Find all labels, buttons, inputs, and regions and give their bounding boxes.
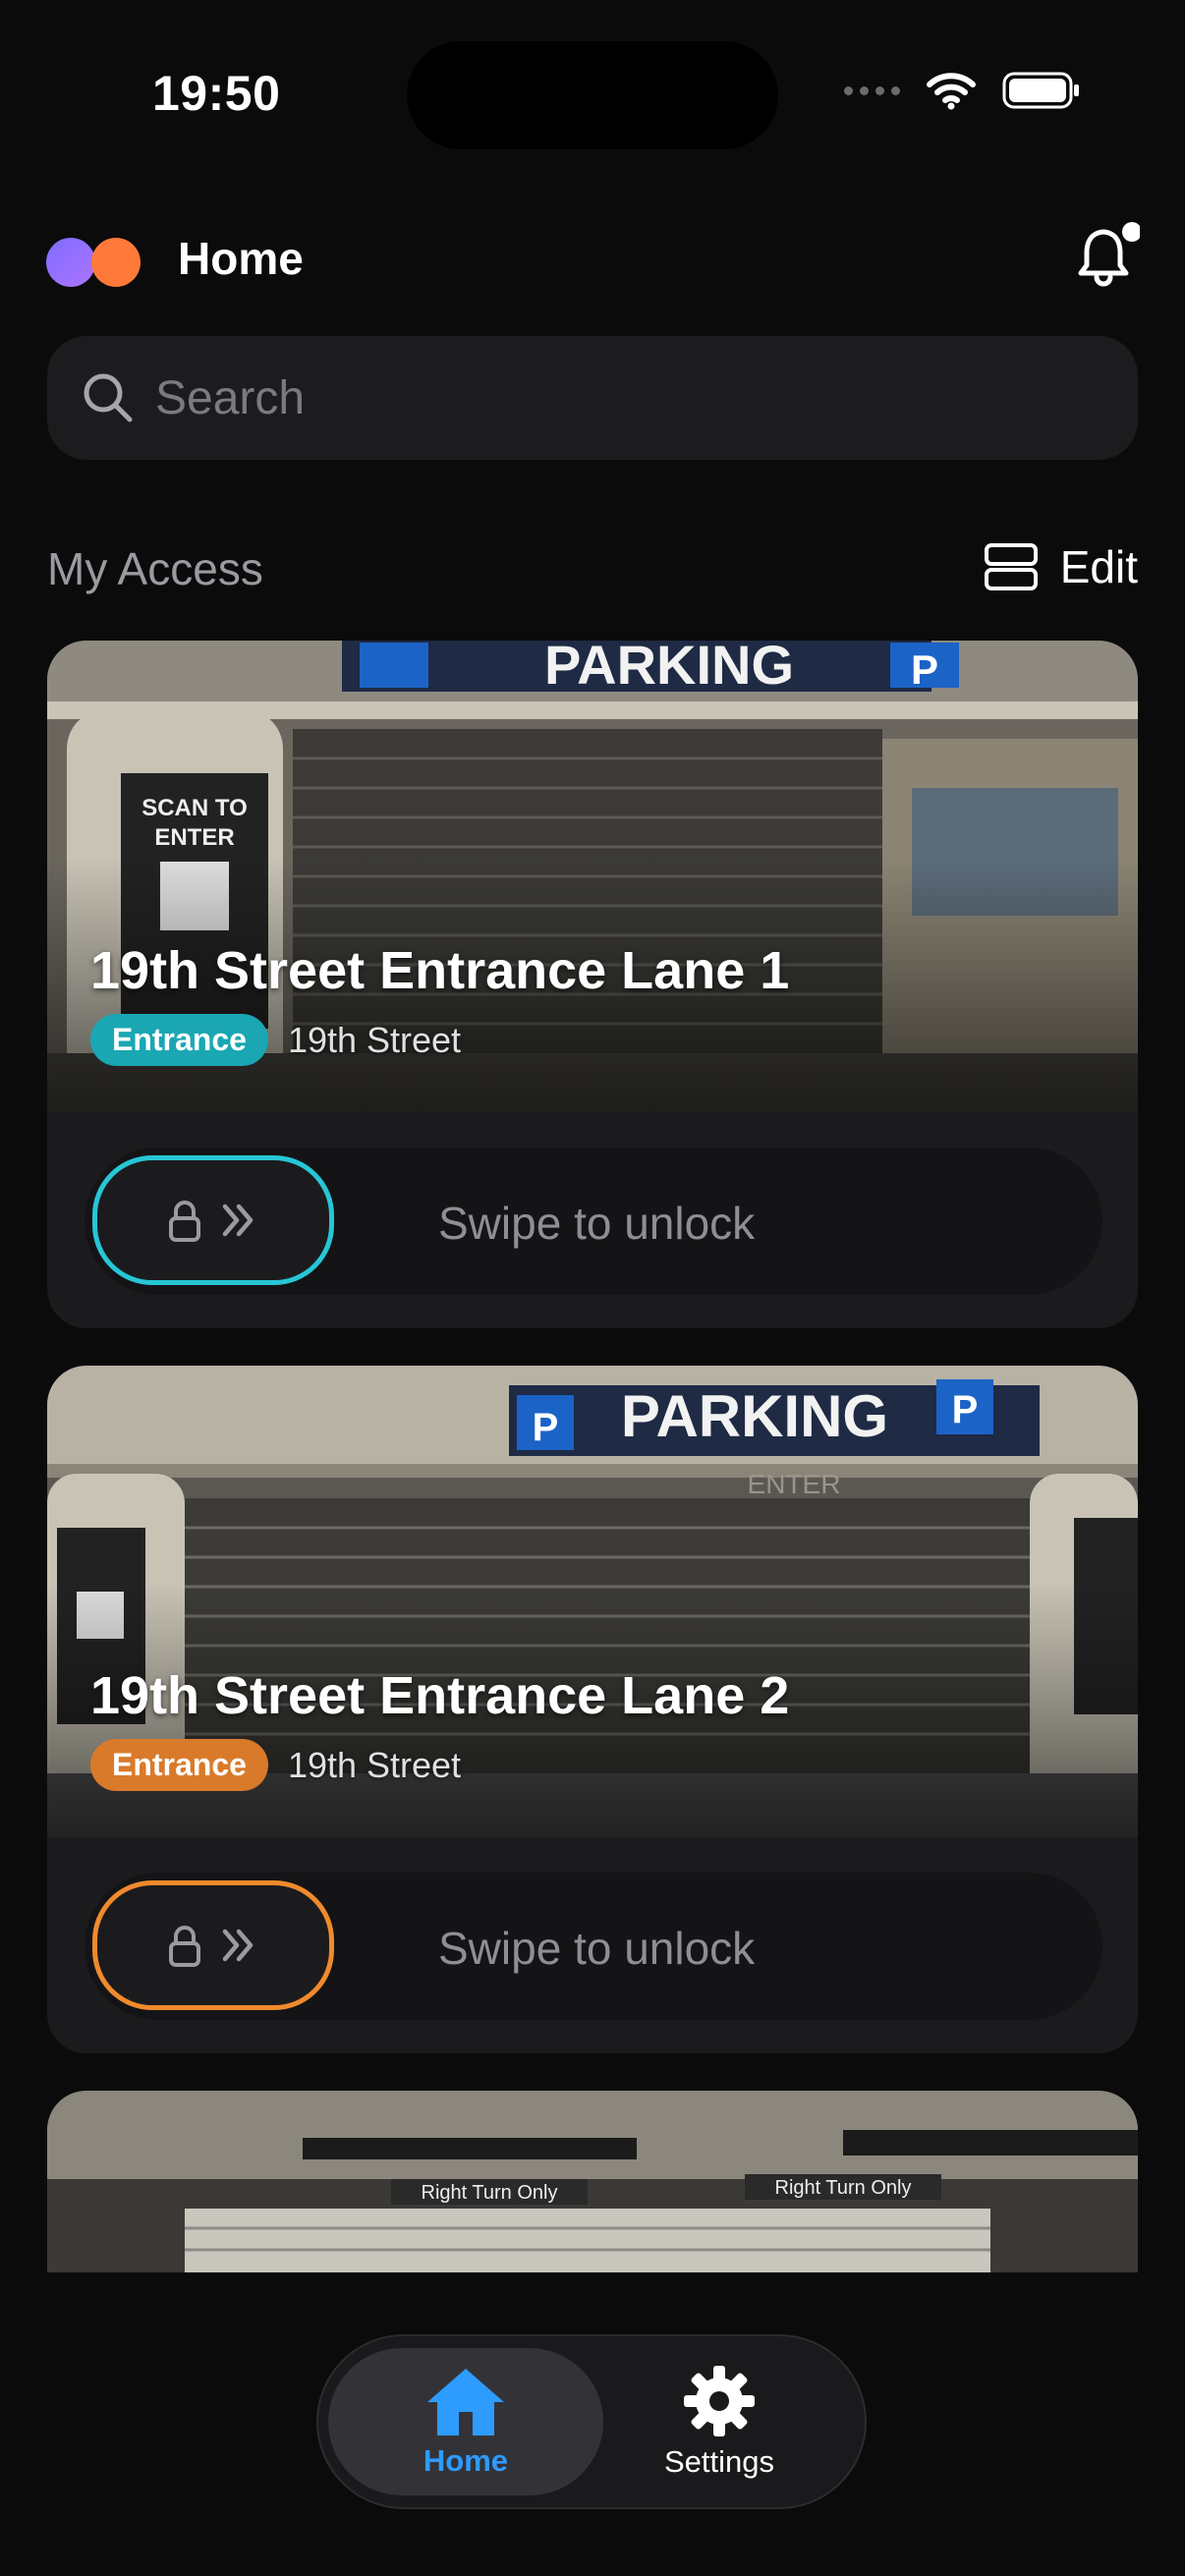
svg-text:PARKING: PARKING bbox=[544, 641, 794, 696]
card-location: 19th Street bbox=[287, 1744, 462, 1785]
edit-button[interactable]: Edit bbox=[984, 540, 1138, 593]
access-card[interactable]: Right Turn Only Right Turn Only bbox=[47, 2091, 1138, 2272]
status-time: 19:50 bbox=[152, 66, 281, 121]
search-bar[interactable] bbox=[47, 336, 1138, 460]
svg-text:Right Turn Only: Right Turn Only bbox=[775, 2177, 912, 2199]
card-meta: Entrance 19th Street bbox=[90, 1014, 461, 1066]
svg-text:P: P bbox=[952, 1388, 979, 1431]
swipe-handle[interactable] bbox=[92, 1880, 334, 2010]
chevron-double-right-icon bbox=[222, 1204, 254, 1237]
card-location: 19th Street bbox=[287, 1019, 462, 1060]
tab-settings[interactable]: Settings bbox=[582, 2348, 857, 2495]
svg-text:Right Turn Only: Right Turn Only bbox=[422, 2182, 558, 2204]
svg-text:PARKING: PARKING bbox=[621, 1383, 888, 1449]
notification-bell-icon[interactable] bbox=[1071, 222, 1140, 291]
card-meta: Entrance 19th Street bbox=[90, 1739, 461, 1791]
svg-text:P: P bbox=[911, 646, 938, 693]
home-icon bbox=[427, 2369, 504, 2436]
entrance-badge: Entrance bbox=[90, 1014, 268, 1066]
svg-text:P: P bbox=[533, 1406, 559, 1449]
lock-icon bbox=[169, 1201, 200, 1242]
tab-home[interactable]: Home bbox=[328, 2348, 603, 2495]
app-logo bbox=[46, 238, 144, 287]
page-title: Home bbox=[178, 233, 304, 284]
card-photo: PARKING P P ENTER 19th Street Entrance L… bbox=[47, 1366, 1138, 1837]
search-icon bbox=[84, 373, 133, 422]
battery-icon bbox=[1002, 72, 1079, 109]
card-photo: PARKING P SCAN TO ENTER 19th Street Entr… bbox=[47, 641, 1138, 1112]
access-card[interactable]: PARKING P SCAN TO ENTER 19th Street Entr… bbox=[47, 641, 1138, 1328]
tab-home-label: Home bbox=[423, 2443, 509, 2478]
swipe-label: Swipe to unlock bbox=[438, 1923, 756, 1974]
swipe-handle[interactable] bbox=[92, 1155, 334, 1285]
swipe-to-unlock[interactable]: Swipe to unlock bbox=[47, 1112, 1138, 1328]
cellular-signal-icon bbox=[844, 85, 900, 95]
app-screen: 19:50 Home My Access bbox=[0, 0, 1185, 2576]
lock-icon bbox=[169, 1926, 200, 1967]
layout-icon bbox=[984, 543, 1038, 590]
tab-settings-label: Settings bbox=[663, 2444, 774, 2479]
parking-garage-photo: Right Turn Only Right Turn Only bbox=[47, 2091, 1138, 2272]
card-title: 19th Street Entrance Lane 2 bbox=[90, 1666, 790, 1725]
swipe-label: Swipe to unlock bbox=[438, 1198, 756, 1249]
swipe-to-unlock[interactable]: Swipe to unlock bbox=[47, 1837, 1138, 2053]
svg-text:ENTER: ENTER bbox=[748, 1469, 841, 1499]
card-title: 19th Street Entrance Lane 1 bbox=[90, 941, 790, 1000]
search-input[interactable] bbox=[153, 369, 1042, 426]
edit-label: Edit bbox=[1059, 541, 1138, 592]
entrance-badge: Entrance bbox=[90, 1739, 268, 1791]
section-title: My Access bbox=[47, 543, 263, 594]
svg-text:ENTER: ENTER bbox=[154, 824, 234, 851]
wifi-icon bbox=[927, 73, 976, 110]
gear-icon bbox=[684, 2366, 755, 2436]
status-icons bbox=[844, 71, 1081, 110]
tab-bar: Home Settings bbox=[316, 2334, 867, 2509]
dynamic-island bbox=[407, 41, 778, 149]
access-card[interactable]: PARKING P P ENTER 19th Street Entrance L… bbox=[47, 1366, 1138, 2053]
svg-text:SCAN TO: SCAN TO bbox=[141, 795, 248, 821]
chevron-double-right-icon bbox=[222, 1929, 254, 1962]
